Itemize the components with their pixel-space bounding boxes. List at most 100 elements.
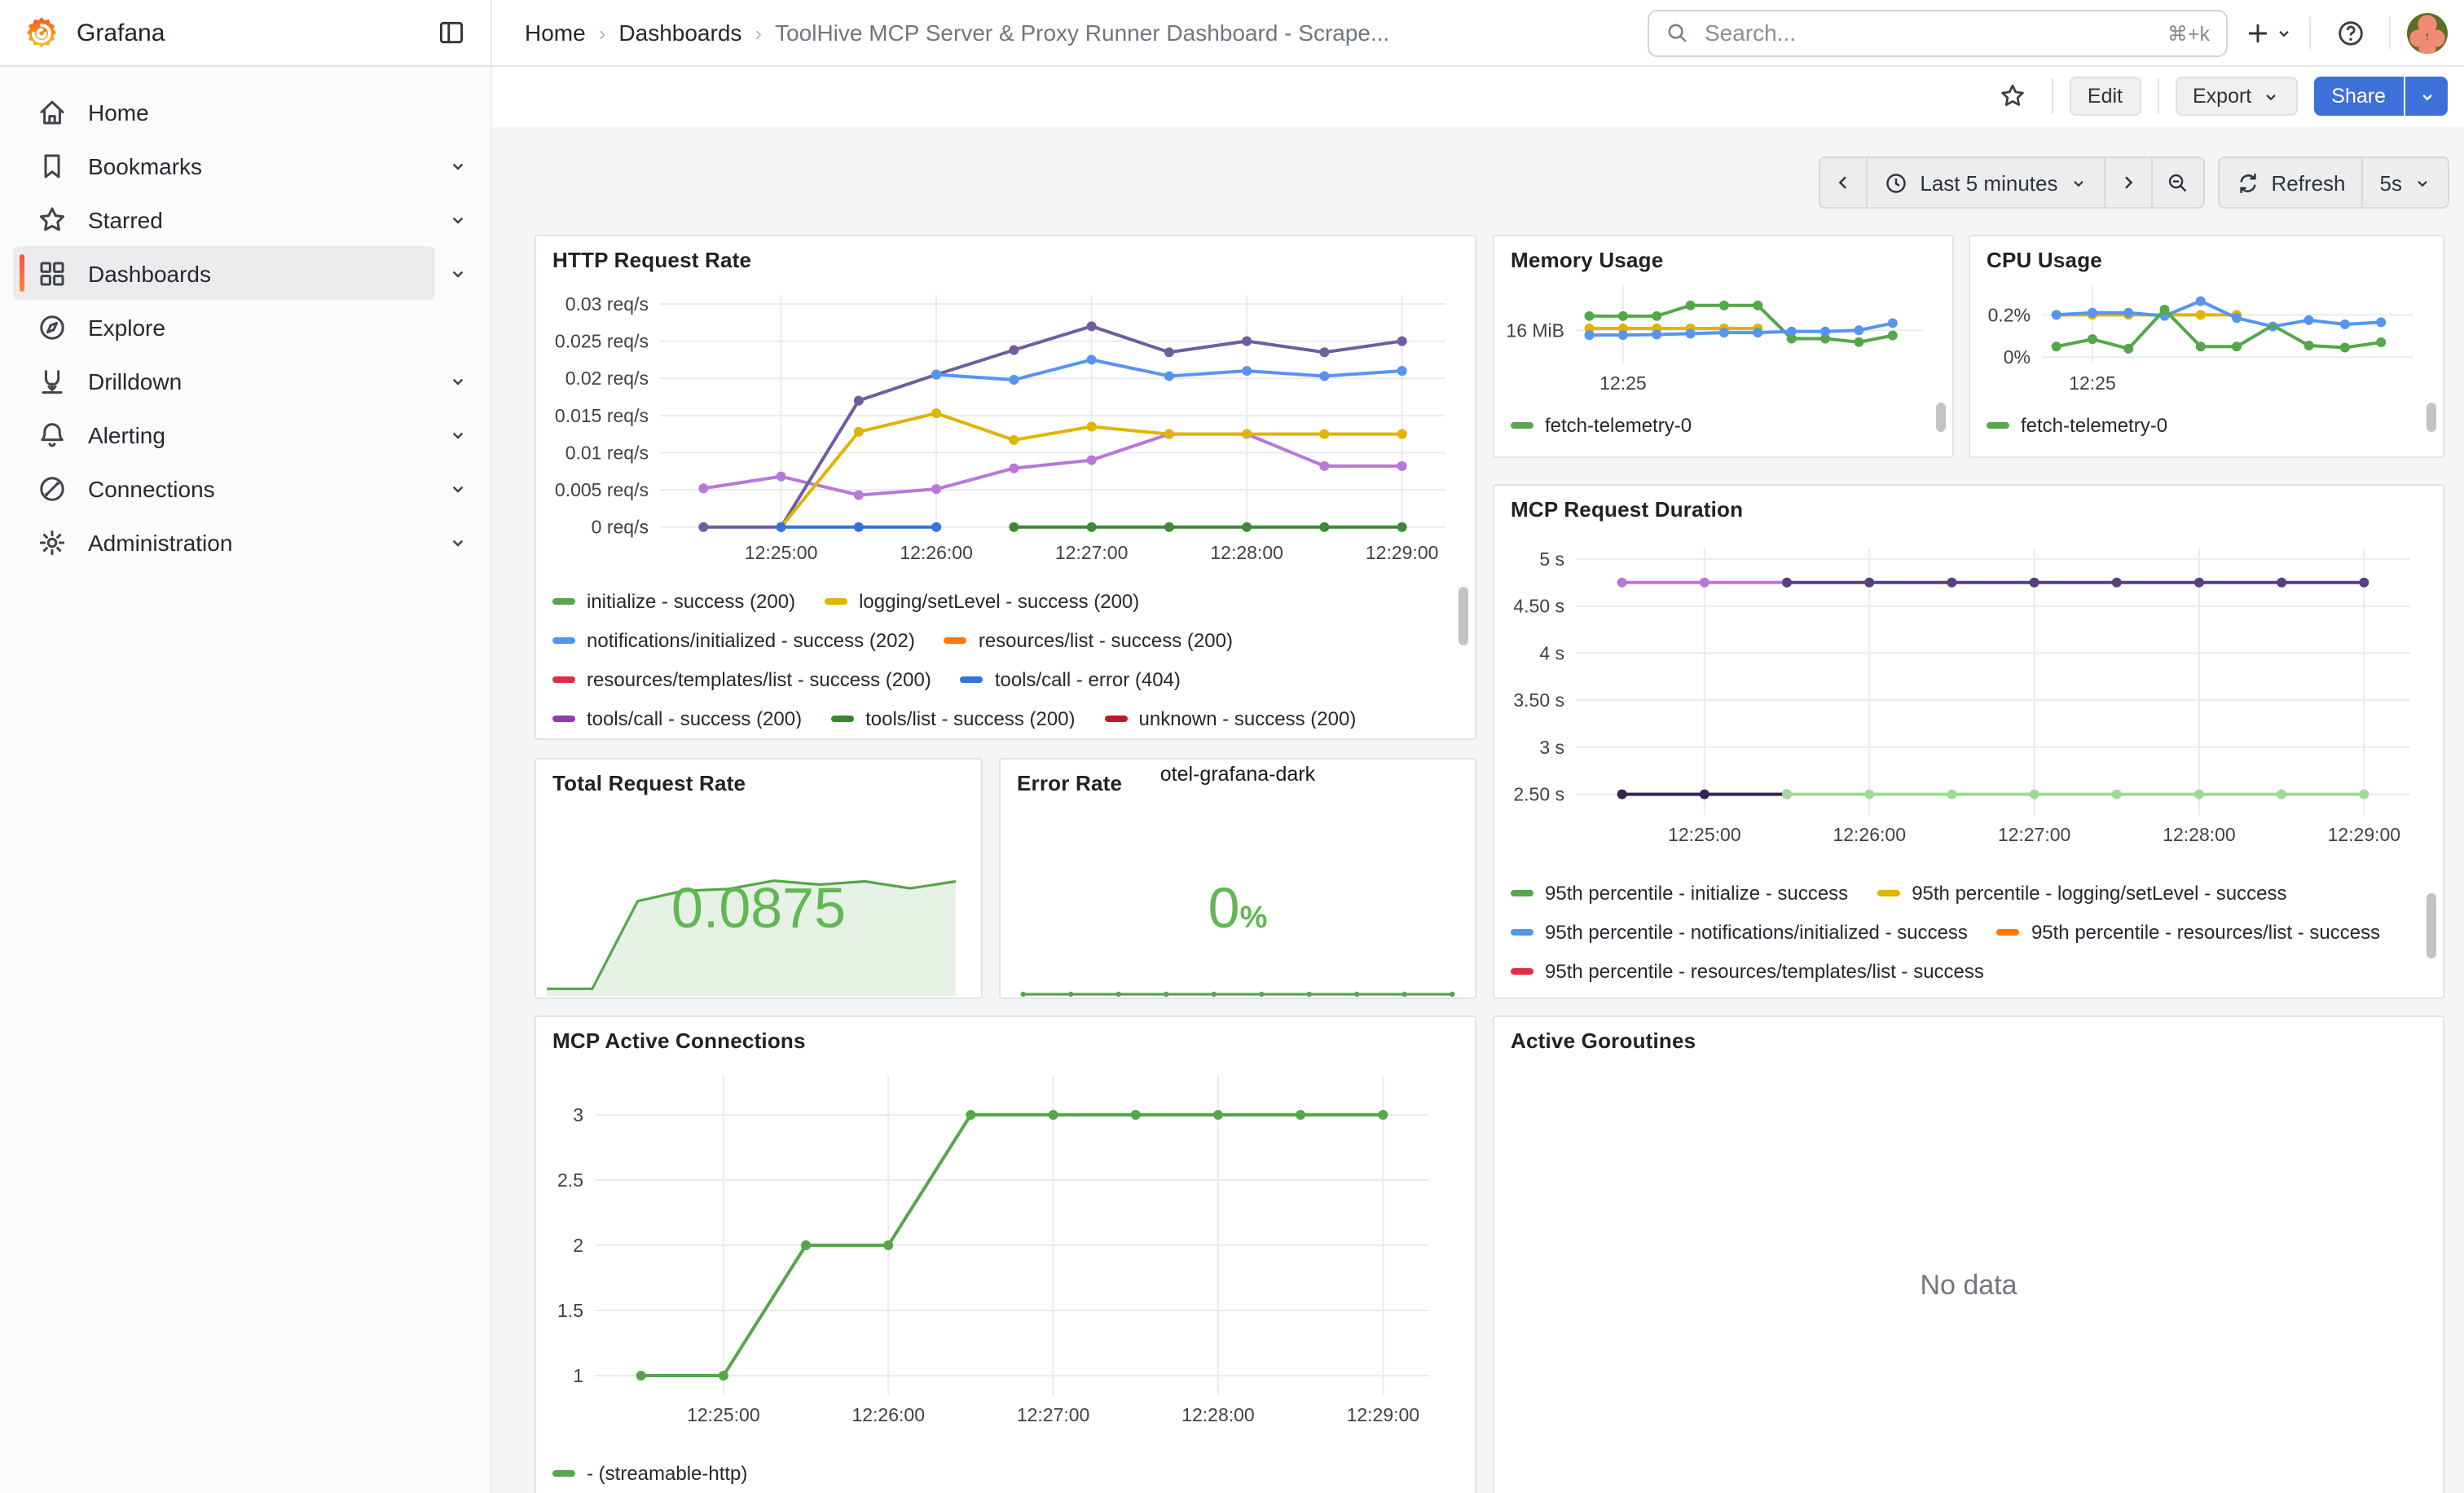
legend-item[interactable]: logging/setLevel - success (200): [825, 582, 1139, 621]
legend-scrollbar[interactable]: [2427, 893, 2436, 958]
legend-label: unknown - success (200): [1139, 707, 1357, 729]
svg-text:3 s: 3 s: [1539, 737, 1564, 758]
legend-swatch: [944, 637, 967, 644]
legend-item[interactable]: 95th percentile - resources/list - succe…: [1997, 913, 2380, 952]
search-box[interactable]: ⌘+k: [1648, 9, 2228, 56]
chevron-down-icon[interactable]: [435, 412, 481, 457]
http-request-rate-chart[interactable]: 12:25:0012:26:0012:27:0012:28:0012:29:00…: [543, 282, 1462, 575]
legend-swatch: [552, 716, 575, 722]
dashboard-actions-bar: Edit Export Share: [492, 65, 2464, 127]
panel-total-request-rate: Total Request Rate 0.0875: [535, 758, 983, 999]
time-shift-forward-button[interactable]: [2105, 156, 2152, 209]
add-new-button[interactable]: [2244, 19, 2293, 46]
legend-item[interactable]: fetch-telemetry-0: [1511, 406, 1692, 445]
sidebar-item-label: Starred: [88, 206, 163, 232]
mcp-request-duration-chart[interactable]: 12:25:0012:26:0012:27:0012:28:0012:29:00…: [1501, 531, 2430, 864]
legend-item[interactable]: resources/list - success (200): [944, 621, 1233, 660]
panel-mcp-request-duration: MCP Request Duration 12:25:0012:26:0012:…: [1493, 484, 2444, 999]
legend-item[interactable]: - (streamable-http): [552, 1454, 747, 1493]
panel-title: Active Goroutines: [1494, 1017, 2443, 1053]
sidebar-item-explore: Explore: [13, 300, 481, 354]
chevron-down-icon[interactable]: [435, 519, 481, 565]
sidebar-link-administration[interactable]: Administration: [13, 515, 435, 569]
time-range-group: Last 5 minutes: [1819, 156, 2204, 209]
legend-item[interactable]: 95th percentile - notifications/initiali…: [1511, 913, 1968, 952]
svg-text:0.02 req/s: 0.02 req/s: [565, 368, 649, 389]
error-rate-sparkline[interactable]: [1014, 976, 1462, 996]
share-menu-button[interactable]: [2404, 77, 2448, 116]
legend-scrollbar[interactable]: [2427, 403, 2436, 432]
legend-item[interactable]: 95th percentile - resources/templates/li…: [1511, 952, 1984, 991]
svg-text:12:25: 12:25: [1599, 372, 1647, 394]
legend-swatch: [1105, 716, 1128, 722]
favorite-star-button[interactable]: [1990, 73, 2035, 119]
chevron-down-icon[interactable]: [435, 358, 481, 403]
search-input[interactable]: [1701, 18, 2167, 47]
svg-text:2.50 s: 2.50 s: [1513, 784, 1564, 805]
cpu-usage-chart[interactable]: 12:250.2%0%: [1977, 275, 2433, 399]
breadcrumb-separator: ›: [599, 20, 606, 45]
mcp-active-connections-chart[interactable]: 12:25:0012:26:0012:27:0012:28:0012:29:00…: [546, 1063, 1459, 1444]
user-avatar[interactable]: [2407, 12, 2448, 53]
chevron-down-icon[interactable]: [435, 250, 481, 296]
panel-http-request-rate: HTTP Request Rate 12:25:0012:26:0012:27:…: [535, 235, 1476, 740]
legend-item[interactable]: 95th percentile - initialize - success: [1511, 874, 1848, 913]
panel-error-rate: otel-grafana-dark Error Rate 0%: [999, 758, 1476, 999]
memory-legend: fetch-telemetry-0: [1511, 406, 1926, 448]
legend-item[interactable]: fetch-telemetry-0: [1987, 406, 2167, 445]
help-button[interactable]: [2327, 10, 2373, 55]
time-range-picker[interactable]: Last 5 minutes: [1868, 156, 2105, 209]
chevron-down-icon[interactable]: [435, 196, 481, 242]
legend-scrollbar[interactable]: [1936, 403, 1946, 432]
edit-button[interactable]: Edit: [2070, 77, 2141, 116]
memory-usage-chart[interactable]: 12:2516 MiB: [1501, 275, 1943, 399]
svg-text:12:29:00: 12:29:00: [2328, 824, 2401, 845]
legend-item[interactable]: notifications/initialized - success (202…: [552, 621, 915, 660]
share-button[interactable]: Share: [2313, 77, 2404, 116]
sidebar-link-connections[interactable]: Connections: [13, 461, 435, 515]
legend-item[interactable]: tools/call - error (404): [961, 660, 1181, 699]
legend-scrollbar[interactable]: [1459, 587, 1468, 645]
dock-menu-icon[interactable]: [429, 10, 474, 55]
legend-item[interactable]: initialize - success (200): [552, 582, 795, 621]
star-icon: [36, 203, 68, 236]
http-legend: initialize - success (200) logging/setLev…: [552, 582, 1449, 729]
refresh-button[interactable]: Refresh: [2217, 156, 2363, 209]
sidebar-link-starred[interactable]: Starred: [13, 192, 435, 246]
legend-label: 95th percentile - resources/list - succe…: [2031, 921, 2380, 944]
sidebar-link-drilldown[interactable]: Drilldown: [13, 354, 435, 407]
svg-text:1.5: 1.5: [557, 1300, 583, 1321]
breadcrumb: Home › Dashboards › ToolHive MCP Server …: [492, 20, 1389, 46]
svg-text:12:28:00: 12:28:00: [2163, 824, 2236, 845]
legend-item[interactable]: tools/list - success (200): [831, 699, 1075, 729]
legend-swatch: [552, 637, 575, 644]
legend-item[interactable]: resources/templates/list - success (200): [552, 660, 931, 699]
svg-text:0%: 0%: [2004, 346, 2031, 368]
chevron-right-icon: [2118, 173, 2137, 192]
grafana-app: Grafana Home › Dashboards › ToolHive MCP…: [0, 0, 2464, 1493]
panel-memory-usage: Memory Usage 12:2516 MiB fetch-telemetry…: [1493, 235, 1954, 458]
sidebar-link-home[interactable]: Home: [13, 85, 481, 139]
export-button[interactable]: Export: [2175, 77, 2297, 116]
time-shift-back-button[interactable]: [1819, 156, 1868, 209]
sidebar-link-bookmarks[interactable]: Bookmarks: [13, 139, 435, 192]
svg-text:2: 2: [573, 1235, 583, 1256]
chevron-down-icon[interactable]: [435, 465, 481, 511]
legend-item[interactable]: 95th percentile - logging/setLevel - suc…: [1877, 874, 2286, 913]
breadcrumb-home[interactable]: Home: [525, 20, 586, 46]
legend-swatch: [1877, 890, 1900, 896]
refresh-interval-picker[interactable]: 5s: [2364, 156, 2449, 209]
svg-text:12:25: 12:25: [2069, 372, 2116, 394]
grafana-logo-icon[interactable]: [23, 14, 60, 51]
chevron-down-icon[interactable]: [435, 143, 481, 188]
breadcrumb-dashboards[interactable]: Dashboards: [618, 20, 741, 46]
sidebar-link-alerting[interactable]: Alerting: [13, 407, 435, 461]
legend-item[interactable]: tools/call - success (200): [552, 699, 802, 729]
legend-item[interactable]: unknown - success (200): [1105, 699, 1357, 729]
search-icon: [1665, 20, 1690, 45]
sidebar-link-explore[interactable]: Explore: [13, 300, 481, 354]
sidebar-item-label: Explore: [88, 314, 165, 340]
legend-swatch: [831, 716, 854, 722]
sidebar-link-dashboards[interactable]: Dashboards: [13, 246, 435, 300]
zoom-out-button[interactable]: [2152, 156, 2204, 209]
